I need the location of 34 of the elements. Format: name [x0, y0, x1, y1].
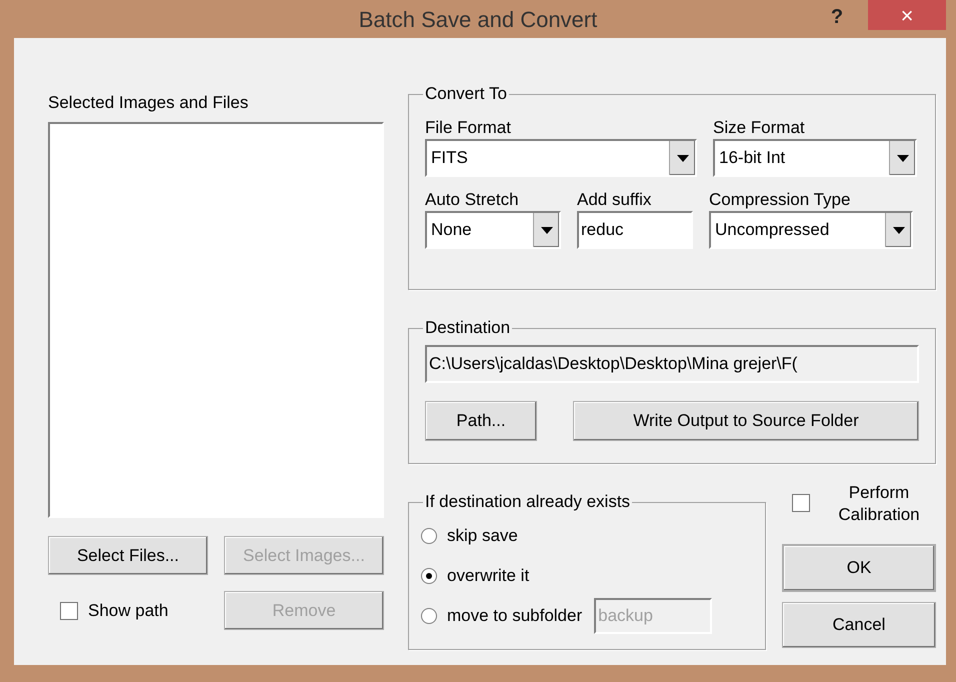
- help-button[interactable]: ?: [820, 2, 854, 32]
- dropdown[interactable]: Uncompressed: [709, 211, 913, 249]
- radio-button[interactable]: [421, 568, 437, 584]
- radio-label: skip save: [447, 525, 518, 547]
- checkbox[interactable]: [792, 494, 810, 512]
- radio-button[interactable]: [421, 608, 437, 624]
- select-button[interactable]: Select Files...: [48, 536, 208, 575]
- field-label: Auto Stretch: [425, 189, 520, 211]
- window-title: Batch Save and Convert: [358, 6, 598, 34]
- files-label: Selected Images and Files: [48, 92, 250, 114]
- dropdown-value: FITS: [431, 147, 469, 170]
- dropdown[interactable]: None: [425, 211, 561, 249]
- dropdown-value: None: [431, 219, 473, 242]
- cancel-button[interactable]: Cancel: [782, 602, 936, 648]
- suffix-field[interactable]: reduc: [577, 211, 693, 249]
- checkbox[interactable]: [60, 602, 78, 620]
- close-button[interactable]: ×: [868, 0, 946, 30]
- dropdown-value: Uncompressed: [715, 219, 830, 242]
- field-label: Size Format: [713, 117, 806, 139]
- dropdown-value: 16-bit Int: [719, 147, 786, 170]
- calibration-label: Perform Calibration: [837, 482, 921, 526]
- path-button[interactable]: Path...: [425, 401, 537, 441]
- write-output-button[interactable]: Write Output to Source Folder: [573, 401, 919, 441]
- radio-button[interactable]: [421, 528, 437, 544]
- field-label: Compression Type: [709, 189, 852, 211]
- ok-button[interactable]: OK: [782, 544, 936, 592]
- show-path-label: Show path: [88, 600, 168, 622]
- destination-path-field[interactable]: C:\Users\jcaldas\Desktop\Desktop\Mina grejer\F(: [425, 345, 919, 383]
- dropdown[interactable]: 16-bit Int: [713, 139, 917, 177]
- radio-label: overwrite it: [447, 565, 530, 587]
- field-label: File Format: [425, 117, 512, 139]
- dropdown[interactable]: FITS: [425, 139, 697, 177]
- field-label: Add suffix: [577, 189, 652, 211]
- radio-label: move to subfolder: [447, 605, 582, 627]
